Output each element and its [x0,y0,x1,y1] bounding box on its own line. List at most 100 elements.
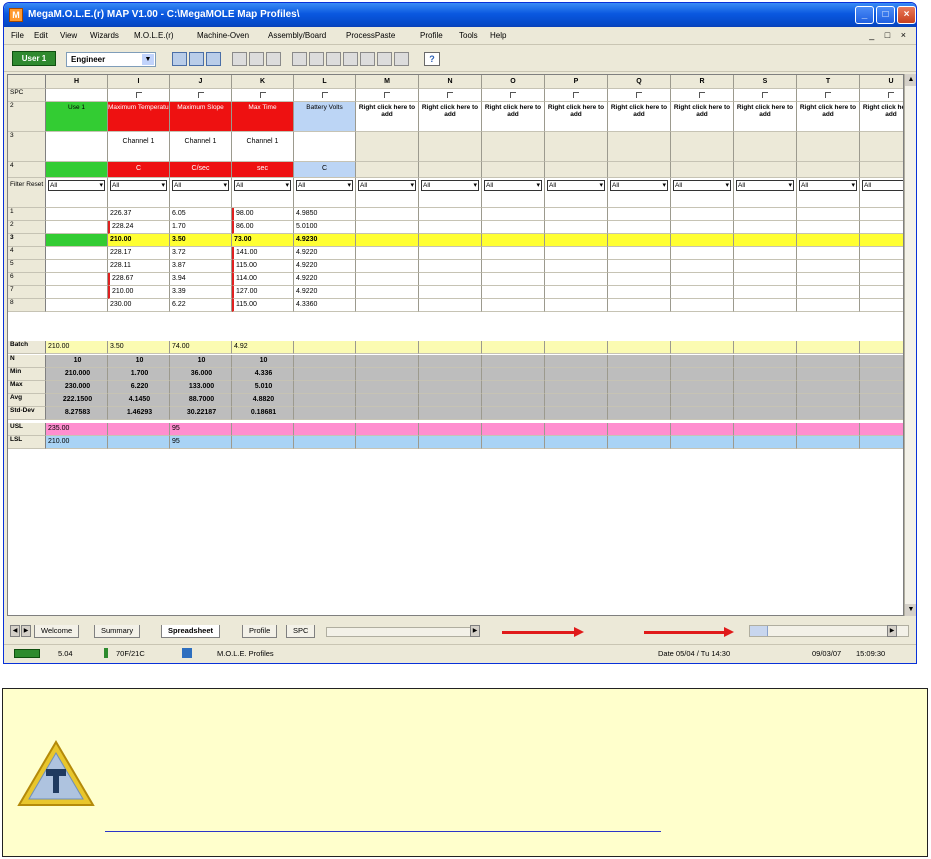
empty-cell[interactable] [671,208,734,221]
stat-cell[interactable]: 4.336 [232,368,294,381]
stat-cell[interactable] [232,436,294,449]
row-header[interactable]: SPC [8,89,46,102]
empty-cell[interactable] [482,355,545,368]
stat-cell[interactable] [294,381,356,394]
tab-spreadsheet[interactable]: Spreadsheet [161,625,221,638]
empty-cell[interactable] [356,436,419,449]
channel-cell[interactable] [46,132,108,162]
empty-cell[interactable] [734,368,797,381]
stat-cell[interactable]: 210.00 [46,341,108,354]
stat-cell[interactable]: 30.22187 [170,407,232,420]
tool-icon-2[interactable] [309,52,324,66]
data-cell[interactable]: 127.00 [232,286,294,299]
empty-cell[interactable] [608,247,671,260]
param-header-use[interactable]: Use 1 [46,102,108,132]
menu-edit[interactable]: Edit [34,31,48,40]
stat-cell[interactable] [294,368,356,381]
tool-icon-7[interactable] [394,52,409,66]
empty-cell[interactable] [545,162,608,178]
vertical-scrollbar[interactable]: ▲ ▼ [904,74,916,616]
empty-cell[interactable] [356,407,419,420]
data-cell[interactable]: 86.00 [232,221,294,234]
add-parameter-cell[interactable]: Right click here to add [419,102,482,132]
stat-cell[interactable]: 88.7000 [170,394,232,407]
empty-cell[interactable] [356,341,419,354]
cut-icon[interactable] [232,52,247,66]
stat-cell[interactable]: 10 [108,355,170,368]
empty-cell[interactable] [419,260,482,273]
stat-cell[interactable]: 1.700 [108,368,170,381]
column-header[interactable]: N [419,75,482,89]
filter-dropdown[interactable]: All [294,178,356,208]
data-cell[interactable]: 230.00 [108,299,170,312]
stat-cell[interactable] [294,436,356,449]
empty-cell[interactable] [671,132,734,162]
row-header[interactable]: 3 [8,234,46,247]
column-header[interactable]: O [482,75,545,89]
empty-cell[interactable] [860,368,903,381]
row-header[interactable]: 1 [8,208,46,221]
empty-cell[interactable] [608,162,671,178]
stat-cell[interactable]: 133.000 [170,381,232,394]
empty-cell[interactable] [860,423,903,436]
empty-cell[interactable] [356,221,419,234]
empty-cell[interactable] [797,234,860,247]
tool-icon-3[interactable] [326,52,341,66]
data-cell[interactable]: 4.3360 [294,299,356,312]
menu-tools[interactable]: Tools [459,31,478,40]
empty-cell[interactable] [356,208,419,221]
tab-summary[interactable]: Summary [94,625,141,638]
menu-machine-oven[interactable]: Machine-Oven [197,31,249,40]
channel-cell[interactable]: Channel 1 [170,132,232,162]
empty-cell[interactable] [608,407,671,420]
row-header[interactable]: Avg [8,394,46,407]
stat-cell[interactable]: 10 [170,355,232,368]
channel-cell[interactable]: Channel 1 [232,132,294,162]
empty-cell[interactable] [734,436,797,449]
empty-cell[interactable] [860,299,903,312]
empty-cell[interactable] [419,423,482,436]
row-header[interactable]: 7 [8,286,46,299]
stat-cell[interactable] [108,423,170,436]
spc-checkbox[interactable] [356,89,419,102]
empty-cell[interactable] [545,247,608,260]
tab-nav-next-icon[interactable]: ▶ [21,625,31,637]
data-cell[interactable]: 210.00 [108,234,170,247]
stat-cell[interactable]: 8.27583 [46,407,108,420]
data-cell[interactable]: 228.17 [108,247,170,260]
column-header[interactable]: T [797,75,860,89]
empty-cell[interactable] [608,423,671,436]
spc-checkbox[interactable] [232,89,294,102]
data-cell[interactable] [46,208,108,221]
data-cell[interactable] [46,299,108,312]
add-parameter-cell[interactable]: Right click here to add [356,102,419,132]
empty-cell[interactable] [797,221,860,234]
data-cell[interactable] [46,273,108,286]
column-header[interactable]: P [545,75,608,89]
column-header[interactable]: J [170,75,232,89]
empty-cell[interactable] [356,247,419,260]
spc-checkbox[interactable] [545,89,608,102]
data-cell[interactable]: 228.24 [108,221,170,234]
empty-cell[interactable] [797,247,860,260]
save-icon[interactable] [189,52,204,66]
spc-checkbox[interactable] [482,89,545,102]
data-cell[interactable]: 4.9220 [294,247,356,260]
empty-cell[interactable] [671,221,734,234]
empty-cell[interactable] [860,286,903,299]
data-cell[interactable]: 228.11 [108,260,170,273]
empty-cell[interactable] [419,436,482,449]
filter-dropdown[interactable]: All [419,178,482,208]
add-parameter-cell[interactable]: Right click here to add [860,102,903,132]
row-header[interactable]: LSL [8,436,46,449]
empty-cell[interactable] [671,299,734,312]
empty-cell[interactable] [671,260,734,273]
empty-cell[interactable] [671,273,734,286]
spc-checkbox[interactable] [294,89,356,102]
empty-cell[interactable] [797,286,860,299]
data-cell[interactable]: 6.05 [170,208,232,221]
empty-cell[interactable] [734,273,797,286]
row-header[interactable]: USL [8,423,46,436]
column-header[interactable]: H [46,75,108,89]
empty-cell[interactable] [356,394,419,407]
